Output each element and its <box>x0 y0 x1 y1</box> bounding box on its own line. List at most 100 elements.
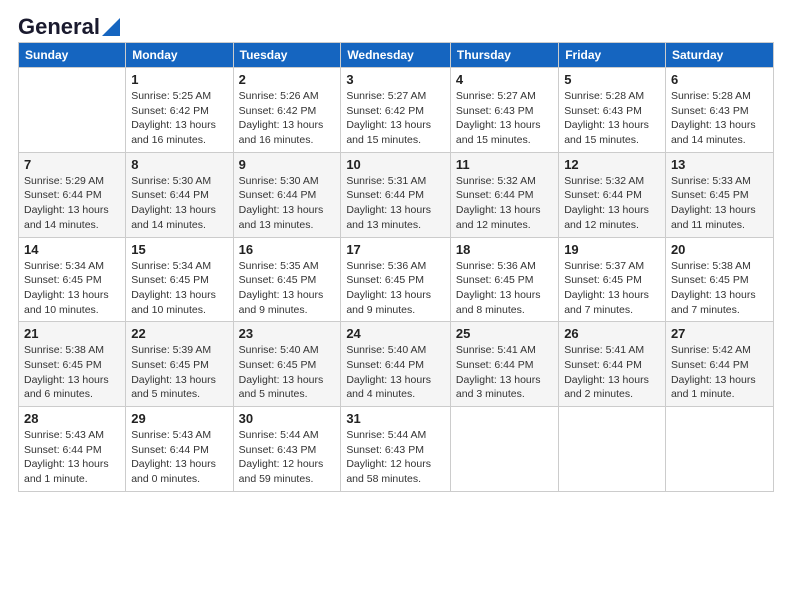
cell-w2-d5: 11Sunrise: 5:32 AMSunset: 6:44 PMDayligh… <box>450 152 558 237</box>
cell-w3-d7: 20 Sunrise: 5:38 AMSunset: 6:45 PMDayligh… <box>665 237 773 322</box>
week-row-4: 21 Sunrise: 5:38 AMSunset: 6:45 PMDayligh… <box>19 322 774 407</box>
col-header-thursday: Thursday <box>450 43 558 68</box>
cell-info-text: Sunrise: 5:34 AMSunset: 6:45 PMDaylight:… <box>131 259 227 318</box>
day-number: 7 <box>24 157 120 172</box>
day-number: 12 <box>564 157 660 172</box>
cell-info-text: Sunrise: 5:42 AMSunset: 6:44 PMDaylight:… <box>671 343 768 402</box>
cell-info-text: Sunrise: 5:41 AMSunset: 6:44 PMDaylight:… <box>456 343 553 402</box>
day-number: 15 <box>131 242 227 257</box>
cell-w4-d3: 23Sunrise: 5:40 AMSunset: 6:45 PMDayligh… <box>233 322 341 407</box>
cell-info-text: Sunrise: 5:26 AMSunset: 6:42 PMDaylight:… <box>239 89 336 148</box>
cell-info-text: Sunrise: 5:39 AMSunset: 6:45 PMDaylight:… <box>131 343 227 402</box>
day-number: 28 <box>24 411 120 426</box>
week-row-3: 14 Sunrise: 5:34 AMSunset: 6:45 PMDayligh… <box>19 237 774 322</box>
logo-general: General <box>18 14 100 40</box>
day-number: 1 <box>131 72 227 87</box>
day-number: 3 <box>346 72 445 87</box>
cell-info-text: Sunrise: 5:40 AMSunset: 6:45 PMDaylight:… <box>239 343 336 402</box>
day-number: 21 <box>24 326 120 341</box>
day-number: 31 <box>346 411 445 426</box>
cell-info-text: Sunrise: 5:33 AMSunset: 6:45 PMDaylight:… <box>671 174 768 233</box>
week-row-2: 7Sunrise: 5:29 AMSunset: 6:44 PMDaylight… <box>19 152 774 237</box>
cell-w3-d3: 16Sunrise: 5:35 AMSunset: 6:45 PMDayligh… <box>233 237 341 322</box>
page: General SundayMondayTuesdayWednesdayThur… <box>0 0 792 612</box>
cell-info-text: Sunrise: 5:41 AMSunset: 6:44 PMDaylight:… <box>564 343 660 402</box>
col-header-monday: Monday <box>126 43 233 68</box>
cell-info-text: Sunrise: 5:31 AMSunset: 6:44 PMDaylight:… <box>346 174 445 233</box>
cell-w3-d5: 18Sunrise: 5:36 AMSunset: 6:45 PMDayligh… <box>450 237 558 322</box>
cell-info-text: Sunrise: 5:38 AMSunset: 6:45 PMDaylight:… <box>24 343 120 402</box>
day-number: 8 <box>131 157 227 172</box>
day-number: 2 <box>239 72 336 87</box>
cell-w5-d1: 28 Sunrise: 5:43 AMSunset: 6:44 PMDayligh… <box>19 407 126 492</box>
cell-info-text: Sunrise: 5:43 AMSunset: 6:44 PMDaylight:… <box>24 428 120 487</box>
col-header-saturday: Saturday <box>665 43 773 68</box>
cell-w2-d6: 12 Sunrise: 5:32 AMSunset: 6:44 PMDayligh… <box>559 152 666 237</box>
day-number: 30 <box>239 411 336 426</box>
cell-w1-d4: 3 Sunrise: 5:27 AMSunset: 6:42 PMDaylight… <box>341 68 451 153</box>
cell-info-text: Sunrise: 5:44 AMSunset: 6:43 PMDaylight:… <box>346 428 445 487</box>
cell-info-text: Sunrise: 5:28 AMSunset: 6:43 PMDaylight:… <box>564 89 660 148</box>
cell-info-text: Sunrise: 5:30 AMSunset: 6:44 PMDaylight:… <box>131 174 227 233</box>
cell-info-text: Sunrise: 5:36 AMSunset: 6:45 PMDaylight:… <box>346 259 445 318</box>
cell-info-text: Sunrise: 5:30 AMSunset: 6:44 PMDaylight:… <box>239 174 336 233</box>
day-number: 22 <box>131 326 227 341</box>
cell-w4-d6: 26 Sunrise: 5:41 AMSunset: 6:44 PMDayligh… <box>559 322 666 407</box>
cell-w3-d2: 15 Sunrise: 5:34 AMSunset: 6:45 PMDayligh… <box>126 237 233 322</box>
cell-w2-d4: 10 Sunrise: 5:31 AMSunset: 6:44 PMDayligh… <box>341 152 451 237</box>
cell-w3-d1: 14 Sunrise: 5:34 AMSunset: 6:45 PMDayligh… <box>19 237 126 322</box>
day-number: 13 <box>671 157 768 172</box>
day-number: 4 <box>456 72 553 87</box>
calendar-body: 1Sunrise: 5:25 AMSunset: 6:42 PMDaylight… <box>19 68 774 492</box>
cell-w1-d5: 4 Sunrise: 5:27 AMSunset: 6:43 PMDaylight… <box>450 68 558 153</box>
cell-w5-d3: 30 Sunrise: 5:44 AMSunset: 6:43 PMDayligh… <box>233 407 341 492</box>
week-row-5: 28 Sunrise: 5:43 AMSunset: 6:44 PMDayligh… <box>19 407 774 492</box>
day-number: 25 <box>456 326 553 341</box>
day-number: 19 <box>564 242 660 257</box>
cell-info-text: Sunrise: 5:38 AMSunset: 6:45 PMDaylight:… <box>671 259 768 318</box>
cell-w3-d4: 17 Sunrise: 5:36 AMSunset: 6:45 PMDayligh… <box>341 237 451 322</box>
cell-w2-d2: 8 Sunrise: 5:30 AMSunset: 6:44 PMDaylight… <box>126 152 233 237</box>
day-number: 24 <box>346 326 445 341</box>
day-number: 10 <box>346 157 445 172</box>
cell-w5-d2: 29 Sunrise: 5:43 AMSunset: 6:44 PMDayligh… <box>126 407 233 492</box>
day-number: 14 <box>24 242 120 257</box>
calendar-header-row: SundayMondayTuesdayWednesdayThursdayFrid… <box>19 43 774 68</box>
day-number: 27 <box>671 326 768 341</box>
cell-info-text: Sunrise: 5:27 AMSunset: 6:42 PMDaylight:… <box>346 89 445 148</box>
day-number: 11 <box>456 157 553 172</box>
cell-info-text: Sunrise: 5:40 AMSunset: 6:44 PMDaylight:… <box>346 343 445 402</box>
cell-w1-d7: 6Sunrise: 5:28 AMSunset: 6:43 PMDaylight… <box>665 68 773 153</box>
day-number: 6 <box>671 72 768 87</box>
cell-info-text: Sunrise: 5:34 AMSunset: 6:45 PMDaylight:… <box>24 259 120 318</box>
logo: General <box>18 10 120 36</box>
cell-info-text: Sunrise: 5:43 AMSunset: 6:44 PMDaylight:… <box>131 428 227 487</box>
col-header-wednesday: Wednesday <box>341 43 451 68</box>
day-number: 16 <box>239 242 336 257</box>
calendar-table: SundayMondayTuesdayWednesdayThursdayFrid… <box>18 42 774 492</box>
cell-w3-d6: 19 Sunrise: 5:37 AMSunset: 6:45 PMDayligh… <box>559 237 666 322</box>
cell-w2-d1: 7Sunrise: 5:29 AMSunset: 6:44 PMDaylight… <box>19 152 126 237</box>
day-number: 26 <box>564 326 660 341</box>
cell-info-text: Sunrise: 5:37 AMSunset: 6:45 PMDaylight:… <box>564 259 660 318</box>
cell-w1-d1 <box>19 68 126 153</box>
day-number: 20 <box>671 242 768 257</box>
cell-info-text: Sunrise: 5:27 AMSunset: 6:43 PMDaylight:… <box>456 89 553 148</box>
day-number: 17 <box>346 242 445 257</box>
header: General <box>18 10 774 36</box>
logo-triangle-icon <box>102 18 120 36</box>
week-row-1: 1Sunrise: 5:25 AMSunset: 6:42 PMDaylight… <box>19 68 774 153</box>
cell-w4-d7: 27 Sunrise: 5:42 AMSunset: 6:44 PMDayligh… <box>665 322 773 407</box>
cell-info-text: Sunrise: 5:44 AMSunset: 6:43 PMDaylight:… <box>239 428 336 487</box>
cell-w2-d3: 9 Sunrise: 5:30 AMSunset: 6:44 PMDaylight… <box>233 152 341 237</box>
day-number: 29 <box>131 411 227 426</box>
cell-info-text: Sunrise: 5:32 AMSunset: 6:44 PMDaylight:… <box>564 174 660 233</box>
cell-w2-d7: 13 Sunrise: 5:33 AMSunset: 6:45 PMDayligh… <box>665 152 773 237</box>
cell-w5-d4: 31 Sunrise: 5:44 AMSunset: 6:43 PMDayligh… <box>341 407 451 492</box>
cell-info-text: Sunrise: 5:36 AMSunset: 6:45 PMDaylight:… <box>456 259 553 318</box>
col-header-sunday: Sunday <box>19 43 126 68</box>
cell-w4-d4: 24 Sunrise: 5:40 AMSunset: 6:44 PMDayligh… <box>341 322 451 407</box>
day-number: 9 <box>239 157 336 172</box>
cell-w1-d6: 5Sunrise: 5:28 AMSunset: 6:43 PMDaylight… <box>559 68 666 153</box>
col-header-friday: Friday <box>559 43 666 68</box>
